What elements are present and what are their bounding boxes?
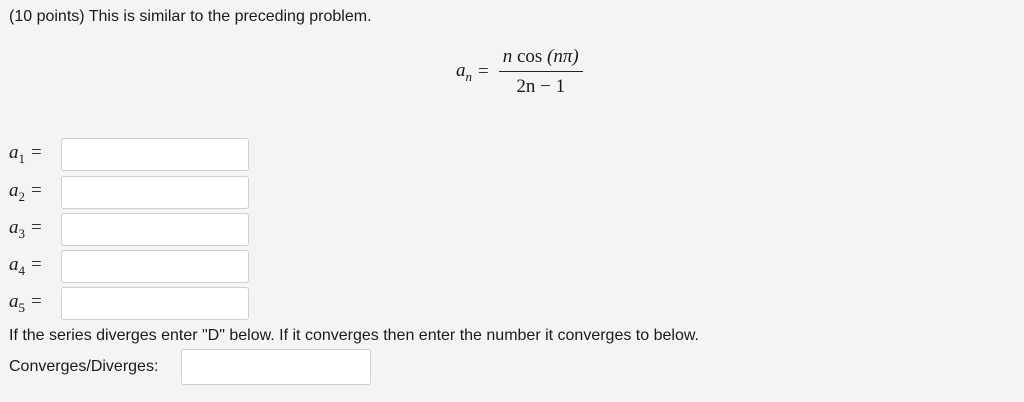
converges-input[interactable]	[181, 349, 371, 385]
formula-numerator: n cos (nπ)	[498, 46, 583, 72]
term-label-a1: a1 =	[9, 142, 42, 166]
answer-input-a5[interactable]	[61, 287, 249, 320]
term-row-a2: a2 =	[9, 176, 249, 209]
term-label-a5: a5 =	[9, 291, 42, 315]
term-row-a5: a5 =	[9, 287, 249, 320]
formula: an = n cos (nπ) 2n − 1	[456, 46, 583, 98]
term-row-a1: a1 =	[9, 138, 249, 171]
converges-label: Converges/Diverges:	[9, 358, 159, 375]
problem-intro: (10 points) This is similar to the prece…	[9, 8, 372, 25]
convergence-question: If the series diverges enter "D" below. …	[9, 327, 699, 344]
formula-lhs: an	[456, 59, 472, 84]
term-label-a2: a2 =	[9, 180, 42, 204]
answer-input-a4[interactable]	[61, 250, 249, 283]
answer-input-a3[interactable]	[61, 213, 249, 246]
term-row-a4: a4 =	[9, 250, 249, 283]
term-label-a4: a4 =	[9, 254, 42, 278]
answer-input-a1[interactable]	[61, 138, 249, 171]
term-label-a3: a3 =	[9, 217, 42, 241]
term-row-a3: a3 =	[9, 213, 249, 246]
converges-row: Converges/Diverges:	[9, 349, 371, 385]
formula-equals: =	[478, 61, 489, 82]
answer-input-a2[interactable]	[61, 176, 249, 209]
formula-fraction: n cos (nπ) 2n − 1	[498, 46, 583, 98]
formula-denominator: 2n − 1	[516, 76, 566, 97]
